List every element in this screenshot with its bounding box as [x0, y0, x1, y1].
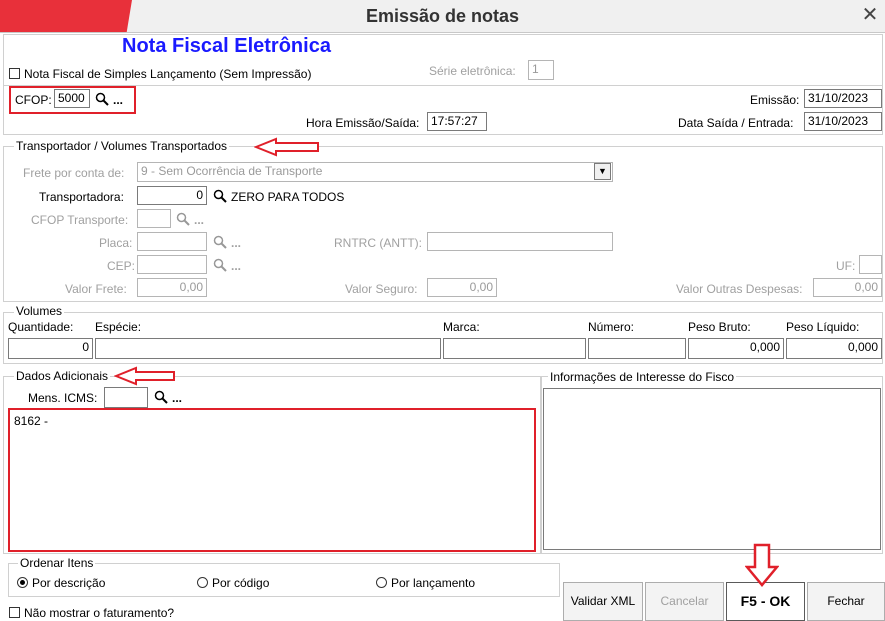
- nao-mostrar-label: Não mostrar o faturamento?: [24, 606, 175, 620]
- mens-icms-search-icon[interactable]: [154, 390, 168, 404]
- transportadora-field[interactable]: 0: [137, 186, 207, 205]
- cfop-transp-search-icon[interactable]: [176, 212, 190, 226]
- cfop-transp-field[interactable]: [137, 209, 171, 228]
- placa-search-icon[interactable]: [213, 235, 227, 249]
- transportadora-label: Transportadora:: [39, 190, 124, 204]
- placa-field[interactable]: [137, 232, 207, 251]
- radio-codigo[interactable]: [197, 577, 208, 588]
- radio-descricao[interactable]: [17, 577, 28, 588]
- cfop-label: CFOP:: [15, 93, 52, 107]
- cfop-field[interactable]: 5000: [54, 89, 90, 108]
- cfop-ellipsis[interactable]: ...: [113, 93, 123, 107]
- serie-field[interactable]: 1: [528, 60, 554, 80]
- especie-label: Espécie:: [95, 320, 142, 334]
- radio-descricao-label: Por descrição: [32, 576, 106, 590]
- simples-label: Nota Fiscal de Simples Lançamento (Sem I…: [24, 67, 312, 81]
- placa-ellipsis[interactable]: ...: [231, 236, 241, 250]
- volumes-legend: Volumes: [14, 304, 65, 318]
- simples-checkbox[interactable]: [9, 68, 20, 79]
- peso-liquido-label: Peso Líquido:: [786, 320, 860, 334]
- valor-seguro-field[interactable]: 0,00: [427, 278, 497, 297]
- validar-xml-button[interactable]: Validar XML: [563, 582, 643, 621]
- hora-label: Hora Emissão/Saída:: [306, 116, 420, 130]
- quantidade-label: Quantidade:: [8, 320, 74, 334]
- chevron-down-icon[interactable]: ▼: [594, 163, 611, 180]
- transport-legend: Transportador / Volumes Transportados: [14, 139, 229, 153]
- data-saida-field[interactable]: 31/10/2023: [804, 112, 882, 131]
- frete-select[interactable]: 9 - Sem Ocorrência de Transporte: [137, 162, 613, 182]
- cep-search-icon[interactable]: [213, 258, 227, 272]
- fisco-textarea[interactable]: [543, 388, 881, 550]
- uf-field[interactable]: [859, 255, 882, 274]
- frete-value: 9 - Sem Ocorrência de Transporte: [141, 164, 323, 178]
- emissao-label: Emissão:: [750, 93, 800, 107]
- window-title: Emissão de notas: [365, 6, 520, 26]
- placa-label: Placa:: [99, 236, 133, 250]
- numero-field[interactable]: [588, 338, 686, 359]
- especie-field[interactable]: [95, 338, 441, 359]
- cancelar-button[interactable]: Cancelar: [645, 582, 724, 621]
- emissao-field[interactable]: 31/10/2023: [804, 89, 882, 108]
- close-button[interactable]: ✕: [858, 4, 882, 28]
- frete-label: Frete por conta de:: [23, 166, 125, 180]
- nao-mostrar-checkbox[interactable]: [9, 607, 20, 618]
- outras-label: Valor Outras Despesas:: [676, 282, 803, 296]
- mens-icms-label: Mens. ICMS:: [28, 391, 98, 405]
- fechar-button[interactable]: Fechar: [807, 582, 885, 621]
- cfop-transp-label: CFOP Transporte:: [31, 213, 129, 227]
- app-title: Nota Fiscal Eletrônica: [122, 35, 331, 57]
- data-saida-label: Data Saída / Entrada:: [678, 116, 794, 130]
- ok-arrow-icon: [745, 543, 779, 587]
- peso-liquido-field[interactable]: 0,000: [786, 338, 882, 359]
- peso-bruto-field[interactable]: 0,000: [688, 338, 784, 359]
- cep-ellipsis[interactable]: ...: [231, 259, 241, 273]
- numero-label: Número:: [588, 320, 635, 334]
- serie-label: Série eletrônica:: [429, 64, 516, 78]
- marca-field[interactable]: [443, 338, 586, 359]
- cep-label: CEP:: [107, 259, 136, 273]
- cfop-search-icon[interactable]: [95, 92, 109, 106]
- adicionais-arrow-icon: [114, 366, 175, 386]
- mens-icms-ellipsis[interactable]: ...: [172, 391, 182, 405]
- valor-frete-label: Valor Frete:: [65, 282, 127, 296]
- marca-label: Marca:: [443, 320, 480, 334]
- quantidade-field[interactable]: 0: [8, 338, 93, 359]
- transportadora-search-icon[interactable]: [213, 189, 227, 203]
- uf-label: UF:: [836, 259, 856, 273]
- hora-field[interactable]: 17:57:27: [427, 112, 487, 131]
- valor-frete-field[interactable]: 0,00: [137, 278, 207, 297]
- ok-button[interactable]: F5 - OK: [726, 582, 805, 621]
- transport-arrow-icon: [254, 137, 319, 157]
- transportadora-name: ZERO PARA TODOS: [231, 190, 345, 204]
- fisco-legend: Informações de Interesse do Fisco: [548, 370, 737, 384]
- outras-field[interactable]: 0,00: [813, 278, 882, 297]
- rntrc-label: RNTRC (ANTT):: [334, 236, 422, 250]
- adicionais-textarea[interactable]: [8, 408, 536, 552]
- ordenar-legend: Ordenar Itens: [18, 556, 96, 570]
- adicionais-text: 8162 -: [14, 414, 49, 428]
- cep-field[interactable]: [137, 255, 207, 274]
- radio-lancamento-label: Por lançamento: [391, 576, 476, 590]
- peso-bruto-label: Peso Bruto:: [688, 320, 751, 334]
- mens-icms-field[interactable]: [104, 387, 148, 408]
- radio-codigo-label: Por código: [212, 576, 270, 590]
- valor-seguro-label: Valor Seguro:: [345, 282, 418, 296]
- radio-lancamento[interactable]: [376, 577, 387, 588]
- adicionais-legend: Dados Adicionais: [14, 369, 111, 383]
- cfop-transp-ellipsis[interactable]: ...: [194, 213, 204, 227]
- rntrc-field[interactable]: [427, 232, 613, 251]
